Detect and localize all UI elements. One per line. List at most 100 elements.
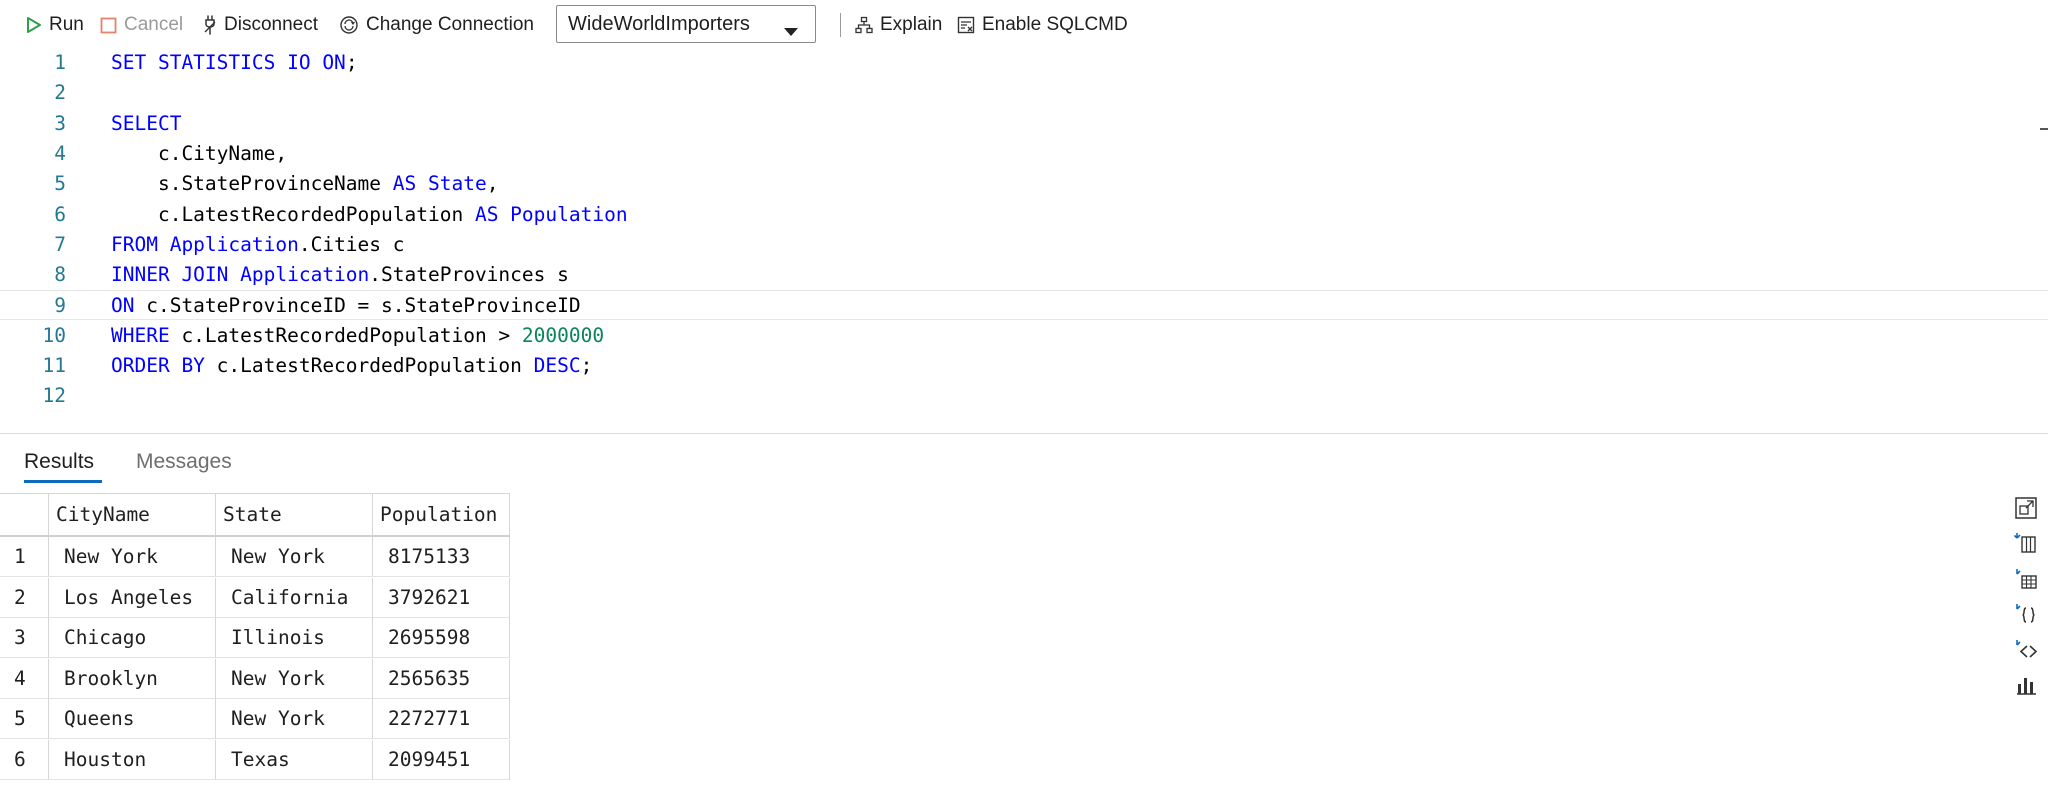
row-number[interactable]: 6 [0, 739, 49, 780]
code-line[interactable]: 8 INNER JOIN Application.StateProvinces s [0, 260, 2048, 290]
save-as-csv-icon[interactable] [2013, 531, 2040, 557]
table-cell[interactable]: 3792621 [373, 577, 510, 618]
column-header[interactable]: CityName [49, 493, 216, 537]
code-line[interactable]: 12 [0, 381, 2048, 411]
code-line[interactable]: 5 s.StateProvinceName AS State, [0, 169, 2048, 199]
column-header[interactable]: Population [373, 493, 510, 537]
tab-results[interactable]: Results [24, 448, 94, 476]
sql-number: 2000000 [521, 323, 605, 347]
code-line[interactable]: 9 ON c.StateProvinceID = s.StateProvinceI… [0, 290, 2048, 321]
sql-text: c.LatestRecordedPopulation > [169, 323, 522, 347]
code-text: INNER JOIN Application.StateProvinces s [111, 260, 569, 290]
code-text: FROM Application.Cities c [111, 230, 405, 260]
save-as-xml-icon[interactable] [2014, 638, 2040, 664]
row-number[interactable]: 4 [0, 658, 49, 699]
code-line[interactable]: 1 SET STATISTICS IO ON; [0, 48, 2048, 78]
table-cell[interactable]: New York [216, 658, 373, 699]
code-text: SET STATISTICS IO ON; [111, 48, 358, 78]
table-cell[interactable]: 2695598 [373, 618, 510, 658]
results-tabs: Results Messages [0, 440, 600, 486]
table-cell[interactable]: 2565635 [373, 658, 510, 699]
column-header[interactable]: State [216, 493, 373, 537]
maximize-icon[interactable] [2014, 496, 2040, 522]
table-cell[interactable]: Queens [49, 699, 216, 739]
sql-text: ; [345, 51, 358, 74]
sql-keyword: DESC [533, 354, 581, 377]
code-line[interactable]: 10 WHERE c.LatestRecordedPopulation > 200… [0, 321, 2048, 351]
table-cell[interactable]: Chicago [49, 618, 216, 658]
change-connection-label: Change Connection [366, 14, 534, 35]
line-number: 1 [54, 51, 66, 74]
code-text: ON c.StateProvinceID = s.StateProvinceID [111, 291, 581, 321]
sqlcmd-icon [957, 16, 975, 34]
code-text: c.CityName, [111, 139, 287, 169]
sql-text: c.CityName, [111, 141, 288, 165]
line-number: 8 [54, 263, 66, 287]
line-number: 12 [42, 384, 66, 408]
row-number[interactable]: 1 [0, 537, 49, 577]
table-cell[interactable]: California [216, 577, 373, 618]
disconnect-button[interactable]: Disconnect [203, 5, 318, 45]
table-cell[interactable]: New York [216, 537, 373, 577]
sql-text: c.StateProvinceID = s.StateProvinceID [134, 294, 581, 318]
toolbar: Run Cancel Disconnect Change Connection … [0, 0, 2048, 52]
line-number: 6 [54, 202, 66, 226]
code-line[interactable]: 11 ORDER BY c.LatestRecordedPopulation DE… [0, 351, 2048, 381]
run-button[interactable]: Run [26, 5, 84, 45]
code-line[interactable]: 2 [0, 78, 2048, 108]
sql-keyword: SET STATISTICS IO ON [111, 51, 346, 74]
save-as-excel-icon[interactable] [2014, 567, 2040, 593]
explain-plan-icon [855, 16, 873, 34]
code-line[interactable]: 4 c.CityName, [0, 139, 2048, 169]
table-cell[interactable]: Houston [49, 739, 216, 780]
code-text: ORDER BY c.LatestRecordedPopulation DESC… [111, 351, 592, 381]
cancel-button[interactable]: Cancel [100, 5, 183, 45]
code-text: SELECT [111, 109, 181, 139]
stop-icon [100, 17, 117, 34]
code-editor[interactable]: 1 SET STATISTICS IO ON; 2 3 SELECT 4 c.CityNa… [0, 48, 2048, 432]
change-connection-button[interactable]: Change Connection [339, 5, 534, 45]
chart-icon[interactable] [2014, 673, 2040, 699]
code-line[interactable]: 3 SELECT [0, 109, 2048, 139]
sql-text: c.LatestRecordedPopulation [204, 354, 534, 377]
query-editor-window: Run Cancel Disconnect Change Connection … [0, 0, 2048, 800]
sql-text: ; [580, 354, 593, 377]
line-number: 5 [54, 172, 66, 196]
table-cell[interactable]: 2272771 [373, 699, 510, 739]
table-cell[interactable]: 2099451 [373, 739, 510, 780]
toolbar-separator [840, 13, 841, 37]
row-number[interactable]: 5 [0, 699, 49, 739]
database-select-value: WideWorldImporters [568, 12, 750, 35]
tab-messages[interactable]: Messages [136, 448, 232, 476]
table-cell[interactable]: Illinois [216, 618, 373, 658]
table-cell[interactable]: New York [216, 699, 373, 739]
sql-text: s.StateProvinceName [111, 172, 393, 196]
row-number[interactable]: 2 [0, 577, 49, 618]
results-grid[interactable]: CityName State Population 1 New York New York… [0, 493, 512, 800]
code-text: s.StateProvinceName AS State, [111, 169, 498, 199]
line-number: 3 [54, 111, 66, 135]
code-line[interactable]: 7 FROM Application.Cities c [0, 230, 2048, 260]
sql-text: c.LatestRecordedPopulation [111, 202, 475, 226]
explain-label: Explain [880, 14, 943, 35]
table-cell[interactable]: Brooklyn [49, 658, 216, 699]
sql-keyword: SELECT [111, 111, 182, 135]
grid-corner[interactable] [0, 493, 49, 537]
table-cell[interactable]: Texas [216, 739, 373, 780]
line-number: 7 [54, 232, 66, 256]
explain-button[interactable]: Explain [855, 5, 942, 45]
sql-keyword: AS Population [474, 202, 628, 226]
sql-text: , [486, 172, 499, 196]
database-select[interactable]: WideWorldImporters [556, 5, 816, 43]
table-cell[interactable]: 8175133 [373, 537, 510, 577]
row-number[interactable]: 3 [0, 618, 49, 658]
code-line[interactable]: 6 c.LatestRecordedPopulation AS Populati… [0, 200, 2048, 230]
sql-keyword: INNER JOIN Application [111, 263, 370, 287]
table-cell[interactable]: Los Angeles [49, 577, 216, 618]
table-cell[interactable]: New York [49, 537, 216, 577]
save-as-json-icon[interactable] [2014, 602, 2040, 628]
chevron-down-icon [783, 20, 799, 43]
editor-results-divider[interactable] [0, 433, 2048, 434]
scrollbar-marker [2040, 128, 2048, 130]
enable-sqlcmd-button[interactable]: Enable SQLCMD [957, 5, 1128, 45]
